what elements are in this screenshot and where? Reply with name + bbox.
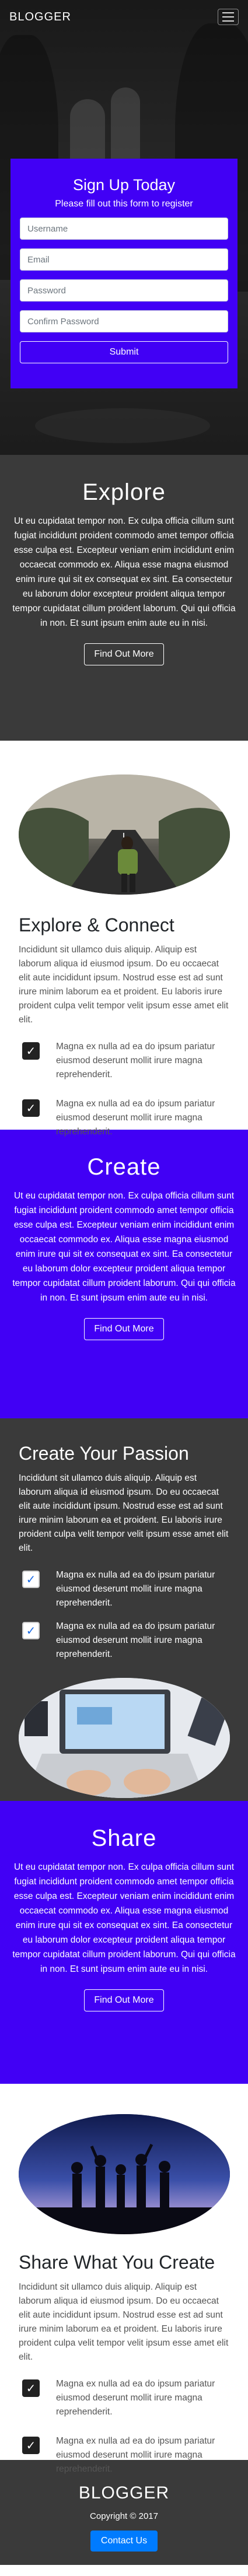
create-find-out-more-button[interactable]: Find Out More	[84, 1318, 164, 1340]
footer-copyright: Copyright © 2017	[90, 2511, 158, 2521]
hamburger-icon[interactable]	[218, 9, 239, 25]
submit-button[interactable]: Submit	[20, 341, 228, 363]
explore-banner: Explore Ut eu cupidatat tempor non. Ex c…	[0, 455, 248, 741]
explore-title: Explore	[82, 479, 166, 505]
checkbox-checked-icon[interactable]: ✓	[22, 1571, 40, 1588]
check-item: ✓ Magna ex nulla ad ea do ipsum pariatur…	[19, 1568, 229, 1610]
create-text: Ut eu cupidatat tempor non. Ex culpa off…	[12, 1191, 236, 1303]
explore-find-out-more-button[interactable]: Find Out More	[84, 643, 164, 665]
contact-us-button[interactable]: Contact Us	[90, 2531, 158, 2552]
share-what-section: Share What You Create Incididunt sit ull…	[0, 2084, 248, 2474]
share-title: Share	[91, 1825, 157, 1851]
laptop-typing-image	[19, 1678, 230, 1798]
create-banner: Create Ut eu cupidatat tempor non. Ex cu…	[0, 1130, 248, 1418]
check-item-text: Magna ex nulla ad ea do ipsum pariatur e…	[56, 2436, 215, 2474]
email-field[interactable]	[20, 248, 228, 271]
signup-form: Sign Up Today Please fill out this form …	[11, 159, 237, 388]
checkbox-checked-icon[interactable]: ✓	[22, 1622, 40, 1639]
check-item-text: Magna ex nulla ad ea do ipsum pariatur e…	[56, 1042, 215, 1080]
explore-connect-title: Explore & Connect	[19, 914, 174, 935]
checkbox-checked-icon[interactable]: ✓	[22, 1042, 40, 1060]
share-find-out-more-button[interactable]: Find Out More	[84, 1989, 164, 2011]
explore-connect-section: Explore & Connect Incididunt sit ullamco…	[0, 741, 248, 1137]
signup-title: Sign Up Today	[72, 176, 176, 194]
create-passion-title: Create Your Passion	[19, 1443, 189, 1464]
confirm-password-field[interactable]	[20, 310, 228, 332]
check-item-text: Magna ex nulla ad ea do ipsum pariatur e…	[56, 1099, 215, 1137]
create-passion-section: Create Your Passion Incididunt sit ullam…	[0, 1418, 248, 1801]
create-passion-text: Incididunt sit ullamco duis aliquip. Ali…	[19, 1473, 229, 1553]
username-field[interactable]	[20, 218, 228, 240]
password-field[interactable]	[20, 279, 228, 302]
brand-logo[interactable]: BLOGGER	[9, 10, 71, 24]
check-item-text: Magna ex nulla ad ea do ipsum pariatur e…	[56, 2379, 215, 2417]
check-item: ✓ Magna ex nulla ad ea do ipsum pariatur…	[19, 2377, 229, 2419]
friends-silhouette-image	[19, 2114, 230, 2234]
signup-subtitle: Please fill out this form to register	[55, 199, 193, 209]
checkbox-checked-icon[interactable]: ✓	[22, 1099, 40, 1117]
checkbox-checked-icon[interactable]: ✓	[22, 2437, 40, 2454]
explore-connect-text: Incididunt sit ullamco duis aliquip. Ali…	[19, 945, 229, 1025]
hero-section: Sign Up Today Please fill out this form …	[0, 0, 248, 455]
share-what-text: Incididunt sit ullamco duis aliquip. Ali…	[19, 2282, 229, 2362]
road-hiker-image	[19, 774, 230, 895]
check-item: ✓ Magna ex nulla ad ea do ipsum pariatur…	[19, 1040, 229, 1082]
check-item-text: Magna ex nulla ad ea do ipsum pariatur e…	[56, 1570, 215, 1608]
share-text: Ut eu cupidatat tempor non. Ex culpa off…	[12, 1862, 236, 1974]
checkbox-checked-icon[interactable]: ✓	[22, 2379, 40, 2397]
footer-brand: BLOGGER	[78, 2483, 170, 2503]
check-item: ✓ Magna ex nulla ad ea do ipsum pariatur…	[19, 1620, 229, 1662]
navbar: BLOGGER	[0, 0, 248, 34]
explore-text: Ut eu cupidatat tempor non. Ex culpa off…	[12, 516, 236, 628]
share-banner: Share Ut eu cupidatat tempor non. Ex cul…	[0, 1801, 248, 2084]
share-what-title: Share What You Create	[19, 2252, 215, 2273]
check-item-text: Magna ex nulla ad ea do ipsum pariatur e…	[56, 1621, 215, 1659]
